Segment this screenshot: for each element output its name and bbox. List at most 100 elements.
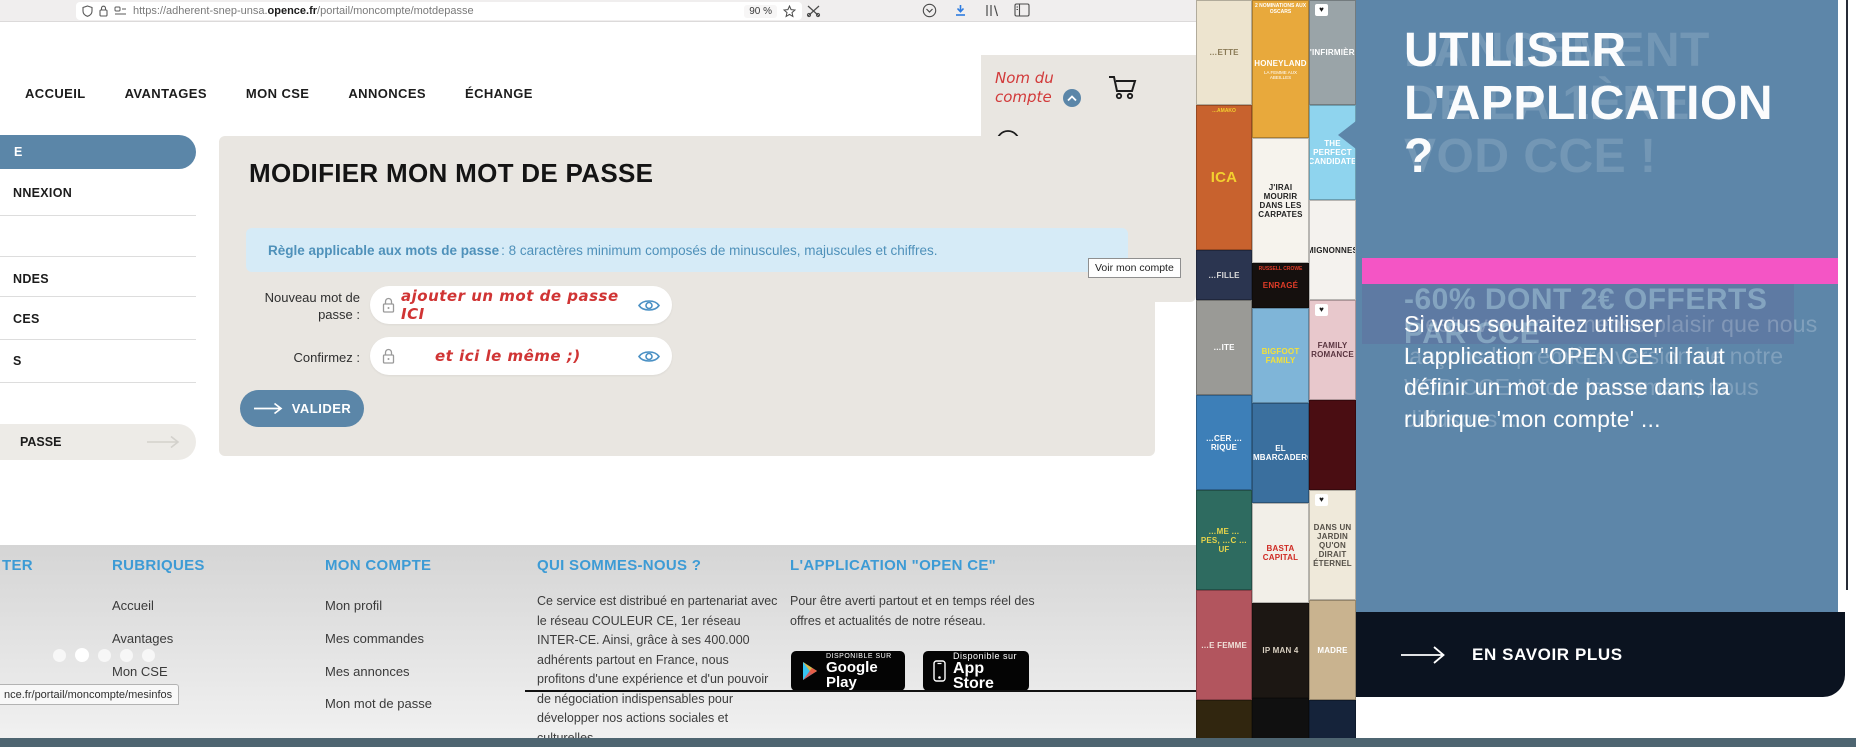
poster-tile: BASTA CAPITAL <box>1252 503 1309 603</box>
poster-tile: IP MAN 4 <box>1252 603 1309 698</box>
poster-tile: …CER …RIQUE <box>1196 395 1252 490</box>
rule-label: Règle applicable aux mots de passe <box>268 242 500 258</box>
footer-link-accueil[interactable]: Accueil <box>112 598 154 613</box>
poster-tile: RUSSELL CROWE ENRAGÉ <box>1252 263 1309 308</box>
heart-icon: ♥ <box>1315 494 1328 506</box>
shield-icon[interactable] <box>82 5 93 17</box>
page: https://adherent-snep-unsa.opence.fr/por… <box>0 0 1856 747</box>
footer-link-mon-cse[interactable]: Mon CSE <box>112 664 168 679</box>
poster-tile: …AMAKO ICA <box>1196 105 1252 250</box>
badge-bottom-text: App Store <box>953 660 994 692</box>
promo-panel: LANCEMENT DE LA 1ÈRE VOD CCE ! UTILISER … <box>1356 0 1838 612</box>
screenshot-extension-icon[interactable] <box>806 4 821 18</box>
main-navigation: ACCUEIL AVANTAGES MON CSE ANNONCES ÉCHAN… <box>25 86 533 101</box>
url-field[interactable]: https://adherent-snep-unsa.opence.fr/por… <box>76 2 802 20</box>
footer-about-text: Ce service est distribué en partenariat … <box>537 594 778 745</box>
nav-item-accueil[interactable]: ACCUEIL <box>25 86 86 101</box>
new-password-input[interactable]: ajouter un mot de passe ICI <box>370 286 672 324</box>
carousel-dot[interactable] <box>98 648 111 662</box>
download-icon[interactable] <box>953 3 968 18</box>
sidebar-passe-label: PASSE <box>20 435 62 449</box>
app-store-badge[interactable]: Disponible sur App Store <box>922 650 1030 692</box>
poster-tile: MIGNONNES <box>1309 200 1356 300</box>
en-savoir-plus-button[interactable]: EN SAVOIR PLUS <box>1356 612 1845 697</box>
poster-tile: …E FEMME <box>1196 590 1252 700</box>
footer-link-mot-de-passe[interactable]: Mon mot de passe <box>325 696 432 711</box>
footer-link-mes-commandes[interactable]: Mes commandes <box>325 631 424 646</box>
sidebar-active-label: E <box>14 145 23 159</box>
new-password-annotation: ajouter un mot de passe ICI <box>401 287 619 323</box>
nav-item-mon-cse[interactable]: MON CSE <box>246 86 309 101</box>
badge-bottom-text: Google Play <box>826 658 878 691</box>
carousel-dot[interactable] <box>142 648 155 662</box>
promo-title: UTILISER L'APPLICATION ? <box>1404 24 1774 183</box>
promo-text: Si vous souhaitez utiliser L'application… <box>1404 311 1730 432</box>
zoom-level-badge[interactable]: 90 % <box>744 4 777 18</box>
page-title: MODIFIER MON MOT DE PASSE <box>249 158 654 188</box>
carousel-dots <box>53 648 155 662</box>
confirm-password-annotation: et ici le même ;) <box>435 347 581 365</box>
heart-icon: ♥ <box>1315 4 1328 16</box>
poster-tile: …Fille <box>1196 250 1252 300</box>
sidebar-item-active[interactable]: E <box>0 135 196 169</box>
bottom-accent-bar <box>0 738 1856 747</box>
padlock-icon <box>382 297 395 314</box>
lock-icon[interactable] <box>99 5 108 17</box>
arrow-right-icon <box>253 402 283 415</box>
footer-application-text: Pour être averti partout et en temps rée… <box>790 594 1035 628</box>
footer-link-avantages[interactable]: Avantages <box>112 631 173 646</box>
divider <box>525 690 1196 692</box>
google-play-badge[interactable]: DISPONIBLE SUR Google Play <box>790 650 906 692</box>
pocket-icon[interactable] <box>922 3 937 18</box>
panel-edge-line <box>1846 0 1848 590</box>
sidebar-item-mot-de-passe[interactable]: PASSE <box>0 424 196 460</box>
sidebar-item-connexion[interactable]: NNEXION <box>13 186 72 200</box>
poster-tile: …ette <box>1196 0 1252 105</box>
password-card: MODIFIER MON MOT DE PASSE Règle applicab… <box>219 136 1155 456</box>
confirm-password-label: Confirmez : <box>293 350 360 365</box>
valider-label: VALIDER <box>291 401 352 416</box>
footer-contact-header: TER <box>2 557 33 574</box>
movie-poster-collage: …ette …AMAKO ICA …Fille …ITE …CER …RIQUE …ME …… <box>1196 0 1356 747</box>
rule-text: : 8 caractères minimum composés de minus… <box>501 242 938 258</box>
eye-icon[interactable] <box>638 349 660 364</box>
footer-qui-sommes-nous-header: QUI SOMMES-NOUS ? <box>537 557 702 574</box>
poster-tile: madre <box>1309 600 1356 700</box>
carousel-dot[interactable] <box>53 648 66 662</box>
carousel-dot[interactable] <box>75 648 89 662</box>
footer-application-header: L'APPLICATION "OPEN CE" <box>790 557 997 574</box>
poster-tile: 2 NOMINATIONS AUX OSCARS HONEYLAND LA FEMM… <box>1252 0 1309 138</box>
google-play-icon <box>801 661 819 681</box>
new-password-label: Nouveau mot de passe : <box>264 290 360 322</box>
footer-mon-compte-header: MON COMPTE <box>325 557 432 574</box>
poster-tile: DANS UN JARDIN QU'ON DIRAIT ÉTERNEL ♥ <box>1309 490 1356 600</box>
bookmark-star-icon[interactable] <box>783 4 796 18</box>
nav-item-annonces[interactable]: ANNONCES <box>348 86 426 101</box>
poster-tile: FAMILY ROMANCE ♥ <box>1309 300 1356 400</box>
sidebar-toggle-icon[interactable] <box>1014 3 1030 17</box>
library-icon[interactable] <box>984 3 1000 18</box>
poster-tile: …ITE <box>1196 300 1252 395</box>
chevron-up-icon[interactable] <box>1063 89 1081 107</box>
permissions-icon[interactable] <box>114 6 127 16</box>
footer-rubriques-header: RUBRIQUES <box>112 557 205 574</box>
sidebar-item-annonces[interactable]: CES <box>13 312 40 326</box>
footer-link-mon-profil[interactable]: Mon profil <box>325 598 382 613</box>
nav-item-avantages[interactable]: AVANTAGES <box>125 86 207 101</box>
poster-tile: EL EMBARCADERO <box>1252 403 1309 503</box>
carousel-dot[interactable] <box>120 648 133 662</box>
nav-item-echange[interactable]: ÉCHANGE <box>465 86 533 101</box>
link-tooltip: Voir mon compte <box>1088 258 1181 278</box>
eye-icon[interactable] <box>638 298 660 313</box>
sidebar-item-commandes[interactable]: NDES <box>13 272 49 286</box>
sidebar-item-partial[interactable]: S <box>13 354 22 368</box>
poster-tile: …ME …PES, …C …UF <box>1196 490 1252 590</box>
confirm-password-input[interactable]: et ici le même ;) <box>370 337 672 375</box>
poster-tile: BIGFOOT FAMILY <box>1252 308 1309 403</box>
password-rule-box: Règle applicable aux mots de passe : 8 c… <box>246 228 1128 272</box>
cart-icon[interactable] <box>1107 73 1139 101</box>
arrow-right-icon <box>146 435 180 449</box>
cta-label: EN SAVOIR PLUS <box>1472 644 1623 664</box>
valider-button[interactable]: VALIDER <box>240 390 364 427</box>
footer-link-mes-annonces[interactable]: Mes annonces <box>325 664 410 679</box>
